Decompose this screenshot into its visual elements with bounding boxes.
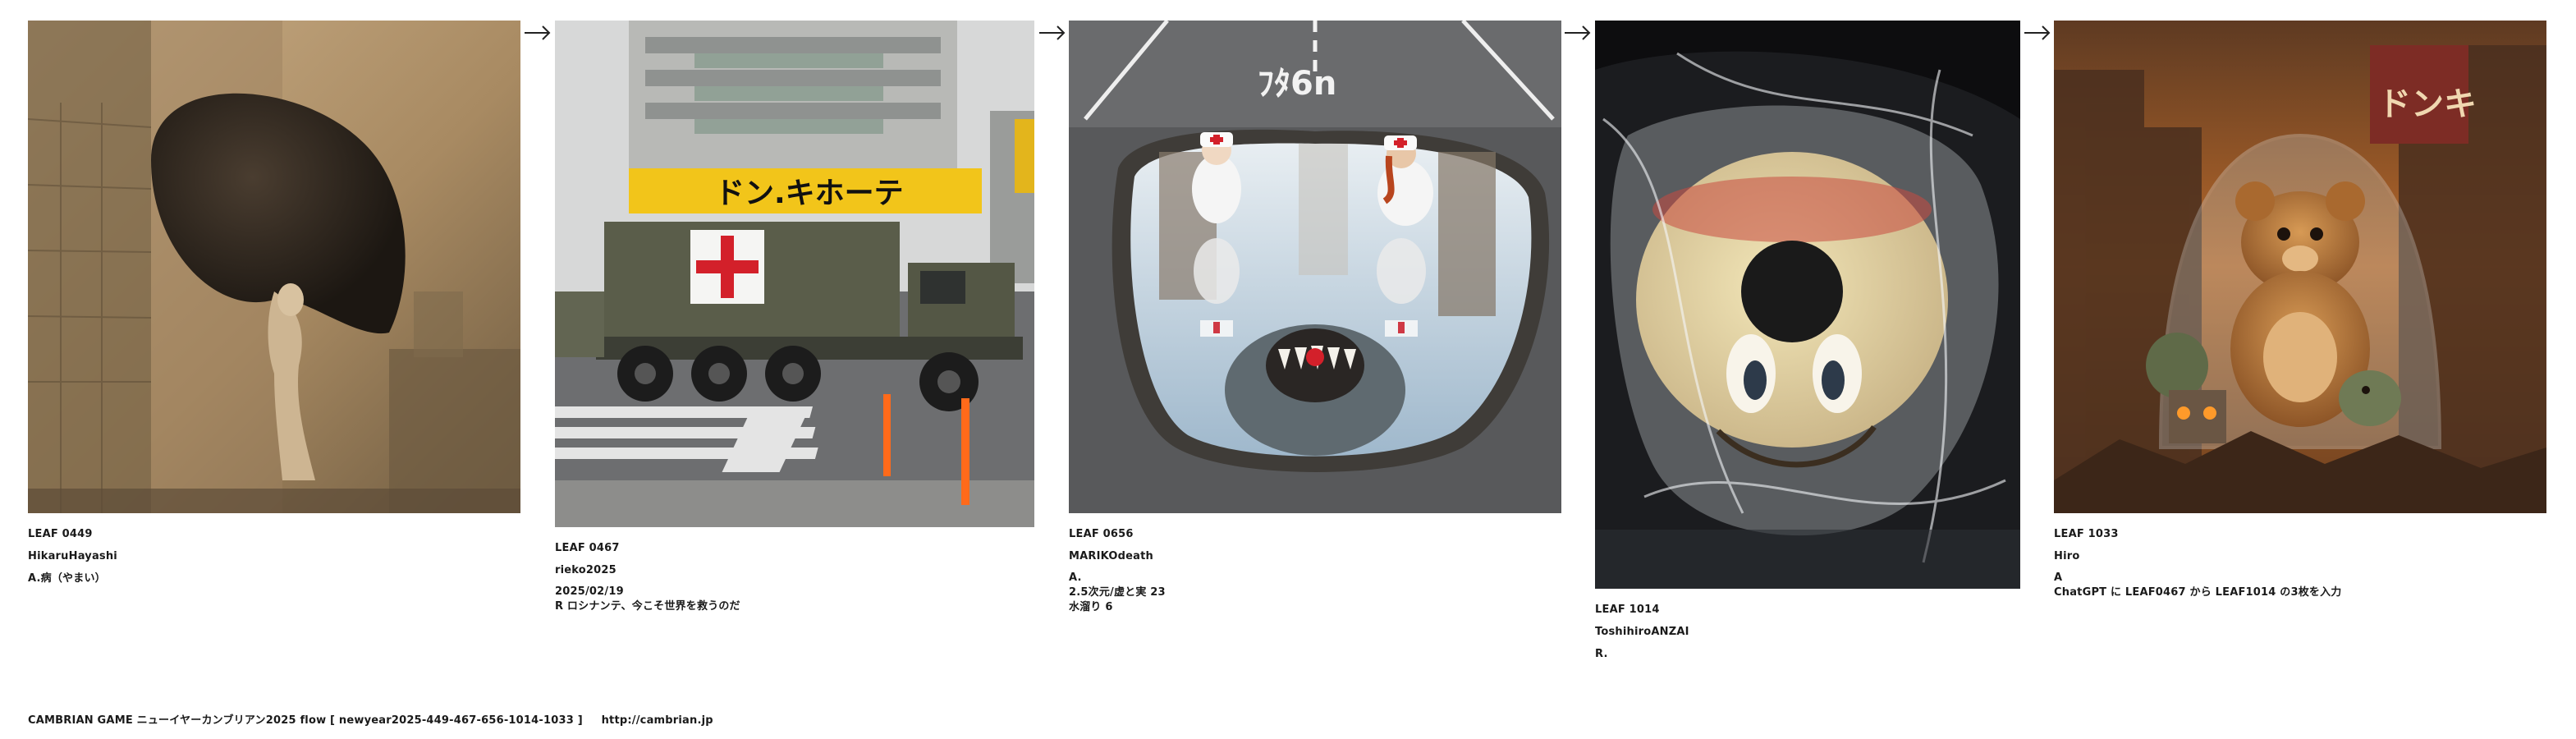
author-name: rieko2025	[555, 564, 616, 576]
leaf-id: LEAF 1033	[2054, 528, 2119, 540]
leaf-id: LEAF 0449	[28, 528, 93, 540]
leaf-id: LEAF 0656	[1069, 528, 1134, 540]
author-name: HikaruHayashi	[28, 550, 117, 562]
work-caption-0449: LEAF 0449 HikaruHayashi A.病（やまい）	[28, 523, 520, 590]
work-caption-1033: LEAF 1033 Hiro A ChatGPT に LEAF0467 から L…	[2054, 523, 2546, 600]
svg-text:ドンキ: ドンキ	[2378, 85, 2477, 123]
leaf-id: LEAF 0467	[555, 542, 620, 554]
work-card-0449: LEAF 0449 HikaruHayashi A.病（やまい）	[28, 21, 520, 590]
caption-line: A.病（やまい）	[28, 572, 106, 585]
work-card-0656: ﾌﾀ6n LEAF 0656 MARIKOdeath A. 2.5次元/虚と実 …	[1069, 21, 1561, 615]
author-name: MARIKOdeath	[1069, 550, 1153, 562]
work-caption-0656: LEAF 0656 MARIKOdeath A. 2.5次元/虚と実 23 水溜…	[1069, 523, 1561, 615]
svg-text:ﾌﾀ6n: ﾌﾀ6n	[1258, 65, 1336, 103]
work-card-0467: ドン.キホーテ LEAF 0467 rieko2025 2025/02/19 R…	[555, 21, 1034, 614]
work-card-1014: LEAF 1014 ToshihiroANZAI R.	[1595, 21, 2020, 665]
right-arrow-icon	[2024, 24, 2051, 42]
work-image-1014[interactable]	[1595, 21, 2020, 589]
author-name: Hiro	[2054, 550, 2080, 562]
caption-line: R ロシナンテ、今こそ世界を救うのだ	[555, 600, 740, 613]
caption-line: R.	[1595, 648, 1608, 660]
work-image-0656[interactable]: ﾌﾀ6n	[1069, 21, 1561, 513]
right-arrow-icon	[1038, 24, 1066, 42]
work-image-0449[interactable]	[28, 21, 520, 513]
caption-line: A.	[1069, 571, 1082, 584]
work-caption-1014: LEAF 1014 ToshihiroANZAI R.	[1595, 599, 2020, 665]
right-arrow-icon	[524, 24, 552, 42]
work-image-1033[interactable]: ドンキ	[2054, 21, 2546, 513]
author-name: ToshihiroANZAI	[1595, 626, 1689, 638]
caption-line: A	[2054, 571, 2063, 584]
svg-text:ドン.キホーテ: ドン.キホーテ	[715, 177, 904, 210]
caption-line: ChatGPT に LEAF0467 から LEAF1014 の3枚を入力	[2054, 586, 2342, 599]
work-caption-0467: LEAF 0467 rieko2025 2025/02/19 R ロシナンテ、今…	[555, 537, 1034, 614]
footer: CAMBRIAN GAME ニューイヤーカンブリアン2025 flow [ ne…	[28, 711, 728, 727]
right-arrow-icon	[1564, 24, 1592, 42]
caption-line: 2025/02/19	[555, 585, 624, 598]
caption-line: 水溜り 6	[1069, 601, 1113, 613]
footer-title: CAMBRIAN GAME ニューイヤーカンブリアン2025 flow [ ne…	[28, 714, 583, 727]
work-card-1033: ドンキ LEAF 1033 Hiro A ChatGPT に LEAF0467 …	[2054, 21, 2546, 600]
caption-line: 2.5次元/虚と実 23	[1069, 586, 1166, 599]
footer-link[interactable]: http://cambrian.jp	[602, 714, 713, 727]
work-image-0467[interactable]: ドン.キホーテ	[555, 21, 1034, 527]
leaf-id: LEAF 1014	[1595, 604, 1660, 616]
